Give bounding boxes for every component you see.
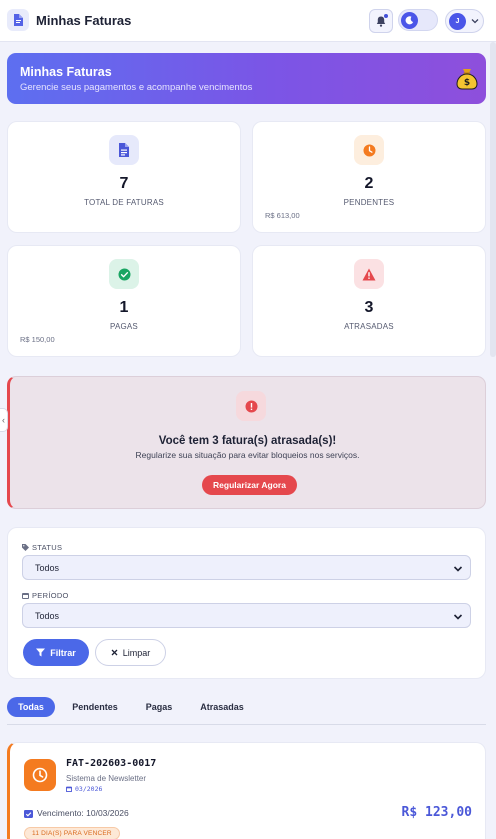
period-select[interactable]: Todos	[22, 603, 471, 628]
stat-label: ATRASADAS	[344, 322, 394, 331]
chevron-down-icon	[453, 614, 463, 620]
stat-label: PENDENTES	[343, 198, 395, 207]
chevron-down-icon	[453, 566, 463, 572]
filter-icon	[36, 648, 46, 657]
stat-amount: R$ 613,00	[265, 211, 300, 220]
check-circle-icon	[109, 259, 139, 289]
notifications-button[interactable]	[369, 9, 393, 33]
money-bag-icon: $	[456, 69, 478, 90]
hero-title: Minhas Faturas	[20, 65, 112, 79]
filters-panel: STATUS Todos PERÍODO Todos Filtrar Limpa…	[7, 527, 486, 679]
clock-icon	[24, 759, 56, 791]
scrollbar[interactable]	[490, 42, 496, 357]
theme-toggle[interactable]	[398, 9, 438, 31]
invoice-service: Sistema de Newsletter	[66, 774, 147, 783]
alert-message: Regularize sua situação para evitar bloq…	[135, 450, 360, 460]
stat-amount: R$ 150,00	[20, 335, 55, 344]
stat-value: 1	[119, 299, 129, 316]
period-filter-label: PERÍODO	[22, 591, 69, 600]
tag-icon	[22, 544, 29, 551]
stat-card-paid: 1 PAGAS R$ 150,00	[7, 245, 241, 357]
tab-atrasadas[interactable]: Atrasadas	[192, 697, 252, 717]
stat-value: 2	[364, 175, 374, 192]
clock-icon	[354, 135, 384, 165]
invoice-due-date: Vencimento: 10/03/2026	[24, 808, 129, 818]
invoice-period: 03/2026	[66, 785, 102, 793]
status-select[interactable]: Todos	[22, 555, 471, 580]
invoice-card[interactable]: FAT-202603-0017 Sistema de Newsletter 03…	[7, 742, 486, 839]
calendar-check-icon	[24, 809, 33, 818]
stat-value: 7	[119, 175, 129, 192]
hero-subtitle: Gerencie seus pagamentos e acompanhe ven…	[20, 82, 253, 93]
period-select-value: Todos	[35, 610, 60, 621]
days-to-due-badge: 11 DIA(S) PARA VENCER	[24, 827, 120, 839]
tab-pagas[interactable]: Pagas	[135, 697, 183, 717]
clear-button[interactable]: Limpar	[95, 639, 166, 666]
document-icon	[7, 9, 29, 31]
user-menu-button[interactable]: J	[445, 9, 484, 33]
document-icon	[109, 135, 139, 165]
tab-todas[interactable]: Todas	[7, 697, 55, 717]
status-filter-label: STATUS	[22, 543, 62, 552]
app-title: Minhas Faturas	[36, 13, 132, 28]
clear-button-label: Limpar	[122, 647, 151, 658]
calendar-icon	[66, 786, 72, 792]
notification-dot	[384, 14, 388, 18]
status-select-value: Todos	[35, 562, 60, 573]
calendar-icon	[22, 593, 29, 599]
regularize-button[interactable]: Regularizar Agora	[202, 475, 297, 495]
stat-card-total: 7 TOTAL DE FATURAS	[7, 121, 241, 233]
chevron-down-icon	[471, 19, 479, 24]
warning-icon	[354, 259, 384, 289]
moon-icon	[401, 12, 418, 29]
chevron-left-icon: ‹	[2, 415, 5, 425]
invoice-amount: R$ 123,00	[401, 805, 472, 820]
tabs-divider	[7, 724, 486, 725]
sidebar-toggle[interactable]: ‹	[0, 408, 8, 432]
filter-button[interactable]: Filtrar	[23, 639, 89, 666]
avatar: J	[449, 13, 466, 30]
close-icon	[111, 649, 118, 656]
stat-label: TOTAL DE FATURAS	[84, 198, 164, 207]
alert-title: Você tem 3 fatura(s) atrasada(s)!	[158, 435, 337, 447]
overdue-alert: Você tem 3 fatura(s) atrasada(s)! Regula…	[7, 376, 486, 509]
stat-card-overdue: 3 ATRASADAS	[252, 245, 486, 357]
alert-circle-icon	[236, 391, 266, 421]
stat-label: PAGAS	[110, 322, 138, 331]
top-bar: Minhas Faturas J	[0, 0, 496, 42]
hero-banner: Minhas Faturas Gerencie seus pagamentos …	[7, 53, 486, 104]
tab-pendentes[interactable]: Pendentes	[64, 697, 126, 717]
stat-value: 3	[364, 299, 374, 316]
invoice-number: FAT-202603-0017	[66, 758, 157, 769]
stat-card-pending: 2 PENDENTES R$ 613,00	[252, 121, 486, 233]
svg-text:$: $	[464, 78, 470, 88]
filter-button-label: Filtrar	[50, 647, 76, 658]
